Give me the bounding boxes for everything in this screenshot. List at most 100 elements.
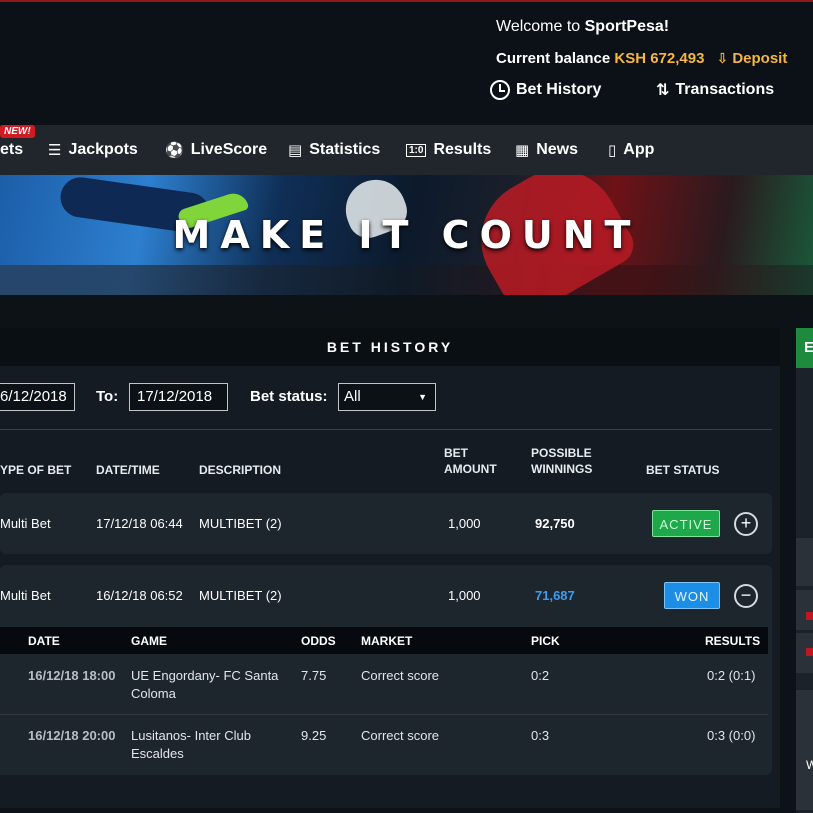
expand-plus-icon[interactable]: + xyxy=(734,512,758,536)
col-description: DESCRIPTION xyxy=(199,463,282,477)
col-winnings-line2: WINNINGS xyxy=(531,462,593,476)
col-bet-amount-line1: BET xyxy=(444,446,468,460)
sidebar-red-marker xyxy=(806,612,813,620)
game-name-line1: UE Engordany- FC Santa xyxy=(131,668,279,683)
bet-amount: 1,000 xyxy=(448,516,481,531)
mobile-phone-icon: ▯ xyxy=(608,142,617,159)
transactions-link[interactable]: ⇅ Transactions xyxy=(656,80,774,100)
bet-status-select[interactable]: All ▼ xyxy=(338,383,436,411)
jackpot-stack-icon: ☰ xyxy=(48,142,62,159)
soccer-ball-icon: ⚽ xyxy=(165,142,184,159)
account-header: Welcome to SportPesa! Current balance KS… xyxy=(0,0,813,125)
nav-item-statistics[interactable]: ▤ Statistics xyxy=(288,125,380,175)
nav-label: Statistics xyxy=(309,141,381,158)
bet-datetime: 17/12/18 06:44 xyxy=(96,516,183,531)
game-result: 0:3 (0:0) xyxy=(707,728,756,743)
date-filter-row: 6/12/2018 To: 17/12/2018 Bet status: All… xyxy=(0,383,780,411)
deposit-link[interactable]: ⇩ Deposit xyxy=(717,50,788,67)
game-col-pick: PICK xyxy=(531,634,560,648)
deposit-coins-icon: ⇩ xyxy=(716,50,729,66)
from-date-input[interactable]: 6/12/2018 xyxy=(0,383,75,411)
bet-row[interactable]: Multi Bet 17/12/18 06:44 MULTIBET (2) 1,… xyxy=(0,493,772,554)
betslip-tab[interactable]: E xyxy=(796,328,813,368)
game-name-line2: Escaldes xyxy=(131,746,184,761)
nav-label: App xyxy=(623,141,655,158)
game-table-header: DATE GAME ODDS MARKET PICK RESULTS xyxy=(0,627,768,654)
game-name-line1: Lusitanos- Inter Club xyxy=(131,728,251,743)
game-name: UE Engordany- FC Santa Coloma xyxy=(131,667,278,703)
balance-label: Current balance xyxy=(496,50,615,67)
welcome-prefix: Welcome to xyxy=(496,18,585,35)
game-name: Lusitanos- Inter Club Escaldes xyxy=(131,727,251,763)
nav-item-news[interactable]: ▦ News xyxy=(515,125,578,175)
game-pick: 0:2 xyxy=(531,668,550,683)
nav-item-bets[interactable]: ets xyxy=(0,125,23,175)
bet-amount: 1,000 xyxy=(448,588,481,603)
nav-label: Results xyxy=(433,141,492,158)
col-bet-amount: BET AMOUNT xyxy=(444,445,497,477)
game-col-results: RESULTS xyxy=(705,634,761,648)
deposit-label: Deposit xyxy=(732,50,788,67)
bet-type: Multi Bet xyxy=(0,516,51,531)
col-possible-winnings: POSSIBLE WINNINGS xyxy=(531,445,592,477)
game-row: 16/12/18 20:00 Lusitanos- Inter Club Esca… xyxy=(0,715,768,775)
main-nav: NEW! ets ☰ Jackpots ⚽ LiveScore ▤ Statistic… xyxy=(0,125,813,175)
game-row: 16/12/18 18:00 UE Engordany- FC Santa Col… xyxy=(0,654,768,714)
newspaper-icon: ▦ xyxy=(515,142,530,159)
filter-divider xyxy=(0,429,772,430)
col-date-time: DATE/TIME xyxy=(96,463,160,477)
nav-label: ets xyxy=(0,141,24,158)
bet-status-label: Bet status: xyxy=(250,388,328,405)
bet-winnings: 92,750 xyxy=(535,516,575,531)
sidebar-block xyxy=(796,590,813,630)
bet-history-link[interactable]: Bet History xyxy=(490,80,601,100)
nav-item-results[interactable]: 1:0 Results xyxy=(406,125,491,175)
scoreboard-icon: 1:0 xyxy=(406,143,427,157)
game-market: Correct score xyxy=(361,728,440,743)
banner-pitch xyxy=(0,265,813,295)
game-col-odds: ODDS xyxy=(301,634,336,648)
col-type-of-bet: YPE OF BET xyxy=(0,463,72,477)
game-col-market: MARKET xyxy=(361,634,413,648)
game-col-game: GAME xyxy=(131,634,167,648)
game-odds: 9.25 xyxy=(301,728,327,743)
game-name-line2: Coloma xyxy=(131,686,176,701)
to-label: To: xyxy=(96,388,119,405)
bet-history-label: Bet History xyxy=(516,81,602,98)
col-bet-amount-line2: AMOUNT xyxy=(444,462,497,476)
game-date: 16/12/18 18:00 xyxy=(28,668,116,683)
bet-status-value: All xyxy=(344,388,361,405)
sidebar-block xyxy=(796,538,813,586)
transfer-arrows-icon: ⇅ xyxy=(656,82,670,99)
game-pick: 0:3 xyxy=(531,728,550,743)
promo-banner[interactable]: MAKE IT COUNT xyxy=(0,175,813,295)
nav-item-livescore[interactable]: ⚽ LiveScore xyxy=(165,125,267,175)
bet-description: MULTIBET (2) xyxy=(199,588,282,603)
bet-history-title: BET HISTORY xyxy=(0,328,780,366)
nav-label: News xyxy=(536,141,578,158)
col-winnings-line1: POSSIBLE xyxy=(531,446,592,460)
game-col-date: DATE xyxy=(28,634,60,648)
bet-type: Multi Bet xyxy=(0,588,51,603)
balance-value: KSH 672,493 xyxy=(614,50,705,67)
to-date-input[interactable]: 17/12/2018 xyxy=(129,383,228,411)
brand-name: SportPesa! xyxy=(584,18,670,35)
banner-slogan: MAKE IT COUNT xyxy=(172,213,641,257)
status-badge: ACTIVE xyxy=(652,510,720,537)
nav-label: LiveScore xyxy=(190,141,268,158)
dropdown-caret-icon: ▼ xyxy=(418,392,427,402)
clipboard-icon: ▤ xyxy=(288,142,303,159)
game-result: 0:2 (0:1) xyxy=(707,668,756,683)
sidebar-red-marker xyxy=(806,648,813,656)
collapse-minus-icon[interactable]: − xyxy=(734,584,758,608)
bet-description: MULTIBET (2) xyxy=(199,516,282,531)
status-badge: WON xyxy=(664,582,720,609)
col-bet-status: BET STATUS xyxy=(646,463,720,477)
clock-icon xyxy=(490,80,510,100)
nav-item-app[interactable]: ▯ App xyxy=(608,125,654,175)
game-market: Correct score xyxy=(361,668,440,683)
bet-datetime: 16/12/18 06:52 xyxy=(96,588,183,603)
current-balance: Current balance KSH 672,493 ⇩ Deposit xyxy=(496,50,787,67)
nav-label: Jackpots xyxy=(68,141,138,158)
nav-item-jackpots[interactable]: ☰ Jackpots xyxy=(48,125,138,175)
